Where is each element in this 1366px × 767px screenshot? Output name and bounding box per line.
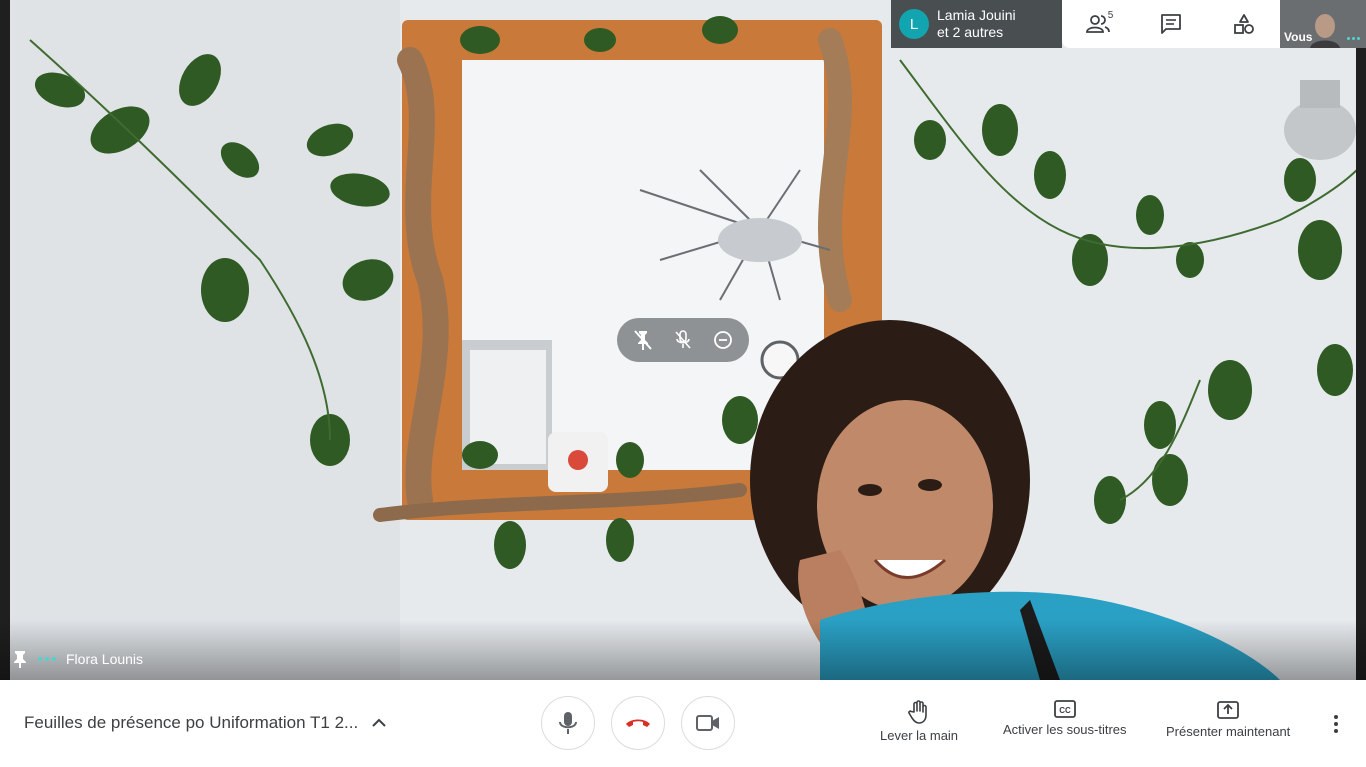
- self-label: Vous: [1284, 30, 1313, 44]
- present-label: Présenter maintenant: [1166, 724, 1291, 739]
- present-icon: [1217, 701, 1240, 719]
- avatar: L: [899, 9, 929, 39]
- mute-pin-icon: [634, 330, 652, 350]
- participant-name: Flora Lounis: [66, 651, 144, 667]
- self-view-tile[interactable]: Vous: [1280, 0, 1366, 48]
- remove-icon: [714, 331, 732, 349]
- chevron-up-icon: [372, 718, 386, 727]
- main-video-tile[interactable]: Flora Lounis L Lamia Jouini et 2 autres …: [0, 0, 1366, 680]
- chat-button[interactable]: [1151, 4, 1191, 44]
- participants-line1: Lamia Jouini: [937, 7, 1016, 23]
- show-participants-button[interactable]: 5: [1078, 4, 1118, 44]
- participants-line2: et 2 autres: [937, 24, 1004, 40]
- microphone-button[interactable]: [541, 696, 595, 750]
- top-actions-panel: 5: [1062, 0, 1280, 48]
- chat-icon: [1161, 14, 1181, 34]
- captions-icon: CC: [1053, 700, 1076, 718]
- letterbox-right: [1356, 0, 1366, 680]
- letterbox-left: [0, 0, 10, 680]
- camera-icon: [696, 715, 719, 731]
- unpin-button[interactable]: [629, 326, 657, 354]
- participants-summary-text: Lamia Jouini et 2 autres: [937, 7, 1016, 41]
- svg-text:CC: CC: [1059, 706, 1071, 715]
- call-controls: [541, 696, 735, 750]
- meeting-details-toggle[interactable]: Feuilles de présence po Uniformation T1 …: [24, 713, 386, 733]
- remove-participant-button[interactable]: [709, 326, 737, 354]
- self-audio-indicator: [1347, 37, 1360, 40]
- raise-hand-label: Lever la main: [880, 728, 959, 743]
- tile-hover-controls: [617, 318, 749, 362]
- activities-button[interactable]: [1224, 4, 1264, 44]
- camera-button[interactable]: [681, 696, 735, 750]
- more-options-button[interactable]: [1324, 712, 1348, 736]
- meeting-title: Feuilles de présence po Uniformation T1 …: [24, 713, 359, 732]
- participants-count-badge: 5: [1107, 10, 1114, 21]
- participant-name-tag: Flora Lounis: [12, 650, 143, 668]
- hand-icon: [908, 700, 927, 724]
- captions-button[interactable]: CC Activer les sous-titres: [1003, 700, 1127, 737]
- audio-level-indicator: [38, 657, 56, 661]
- hangup-icon: [626, 719, 650, 727]
- more-vert-icon: [1334, 715, 1338, 733]
- people-icon: [1086, 15, 1111, 33]
- raise-hand-button[interactable]: Lever la main: [880, 700, 958, 743]
- activities-icon: [1233, 14, 1254, 34]
- bottom-toolbar: Feuilles de présence po Uniformation T1 …: [0, 680, 1366, 767]
- hang-up-button[interactable]: [611, 696, 665, 750]
- participants-summary[interactable]: L Lamia Jouini et 2 autres: [891, 0, 1062, 48]
- present-now-button[interactable]: Présenter maintenant: [1166, 700, 1290, 739]
- captions-label: Activer les sous-titres: [1003, 722, 1127, 737]
- mute-participant-button[interactable]: [669, 326, 697, 354]
- mic-off-icon: [675, 330, 691, 349]
- pin-icon[interactable]: [12, 650, 28, 668]
- video-bottom-shade: [0, 620, 1366, 680]
- mic-icon: [559, 712, 577, 734]
